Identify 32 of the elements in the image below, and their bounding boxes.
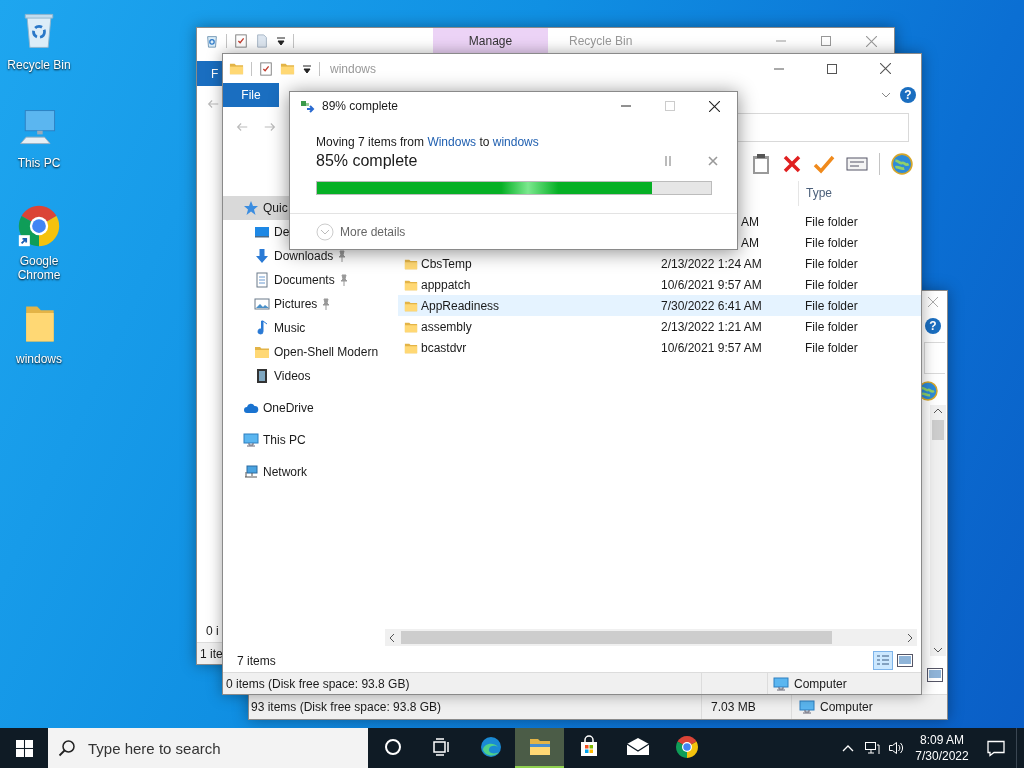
status-location: Computer <box>794 676 847 691</box>
file-name: CbsTemp <box>421 256 472 271</box>
file-type: File folder <box>805 298 858 313</box>
date-modified: 2/13/2022 1:21 AM <box>661 319 762 334</box>
item-count: 0 i <box>206 624 219 638</box>
status-size: 7.03 MB <box>711 700 756 714</box>
date-modified: 10/6/2021 9:57 AM <box>661 277 762 292</box>
date-modified: 10/6/2021 9:57 AM <box>661 340 762 355</box>
file-type: File folder <box>805 256 858 271</box>
date-modified: AM <box>741 235 759 250</box>
dialog-title: 89% complete <box>322 99 399 113</box>
file-type: File folder <box>805 340 858 355</box>
file-type: File folder <box>805 235 858 250</box>
status-text: 93 items (Disk free space: 93.8 GB) <box>251 700 442 714</box>
file-type: File folder <box>805 277 858 292</box>
progress-message: Moving 7 items from Windows to windows <box>316 134 539 150</box>
file-type: File folder <box>805 214 858 229</box>
progress-percent: 85% complete <box>316 152 418 170</box>
date-modified: 7/30/2022 6:41 AM <box>661 298 762 313</box>
status-location: Computer <box>820 700 873 714</box>
item-count: 7 items <box>237 653 276 668</box>
window-title: windows <box>330 61 377 76</box>
file-type: File folder <box>805 319 858 334</box>
file-name: AppReadiness <box>421 298 500 313</box>
file-name: apppatch <box>421 277 471 292</box>
window-title: Recycle Bin <box>569 34 633 48</box>
status-text: 0 items (Disk free space: 93.8 GB) <box>226 676 410 691</box>
date-modified: AM <box>741 214 759 229</box>
status-text: 1 ite <box>200 645 223 663</box>
file-name: assembly <box>421 319 472 334</box>
file-name: bcastdvr <box>421 340 467 355</box>
date-modified: 2/13/2022 1:24 AM <box>661 256 762 271</box>
